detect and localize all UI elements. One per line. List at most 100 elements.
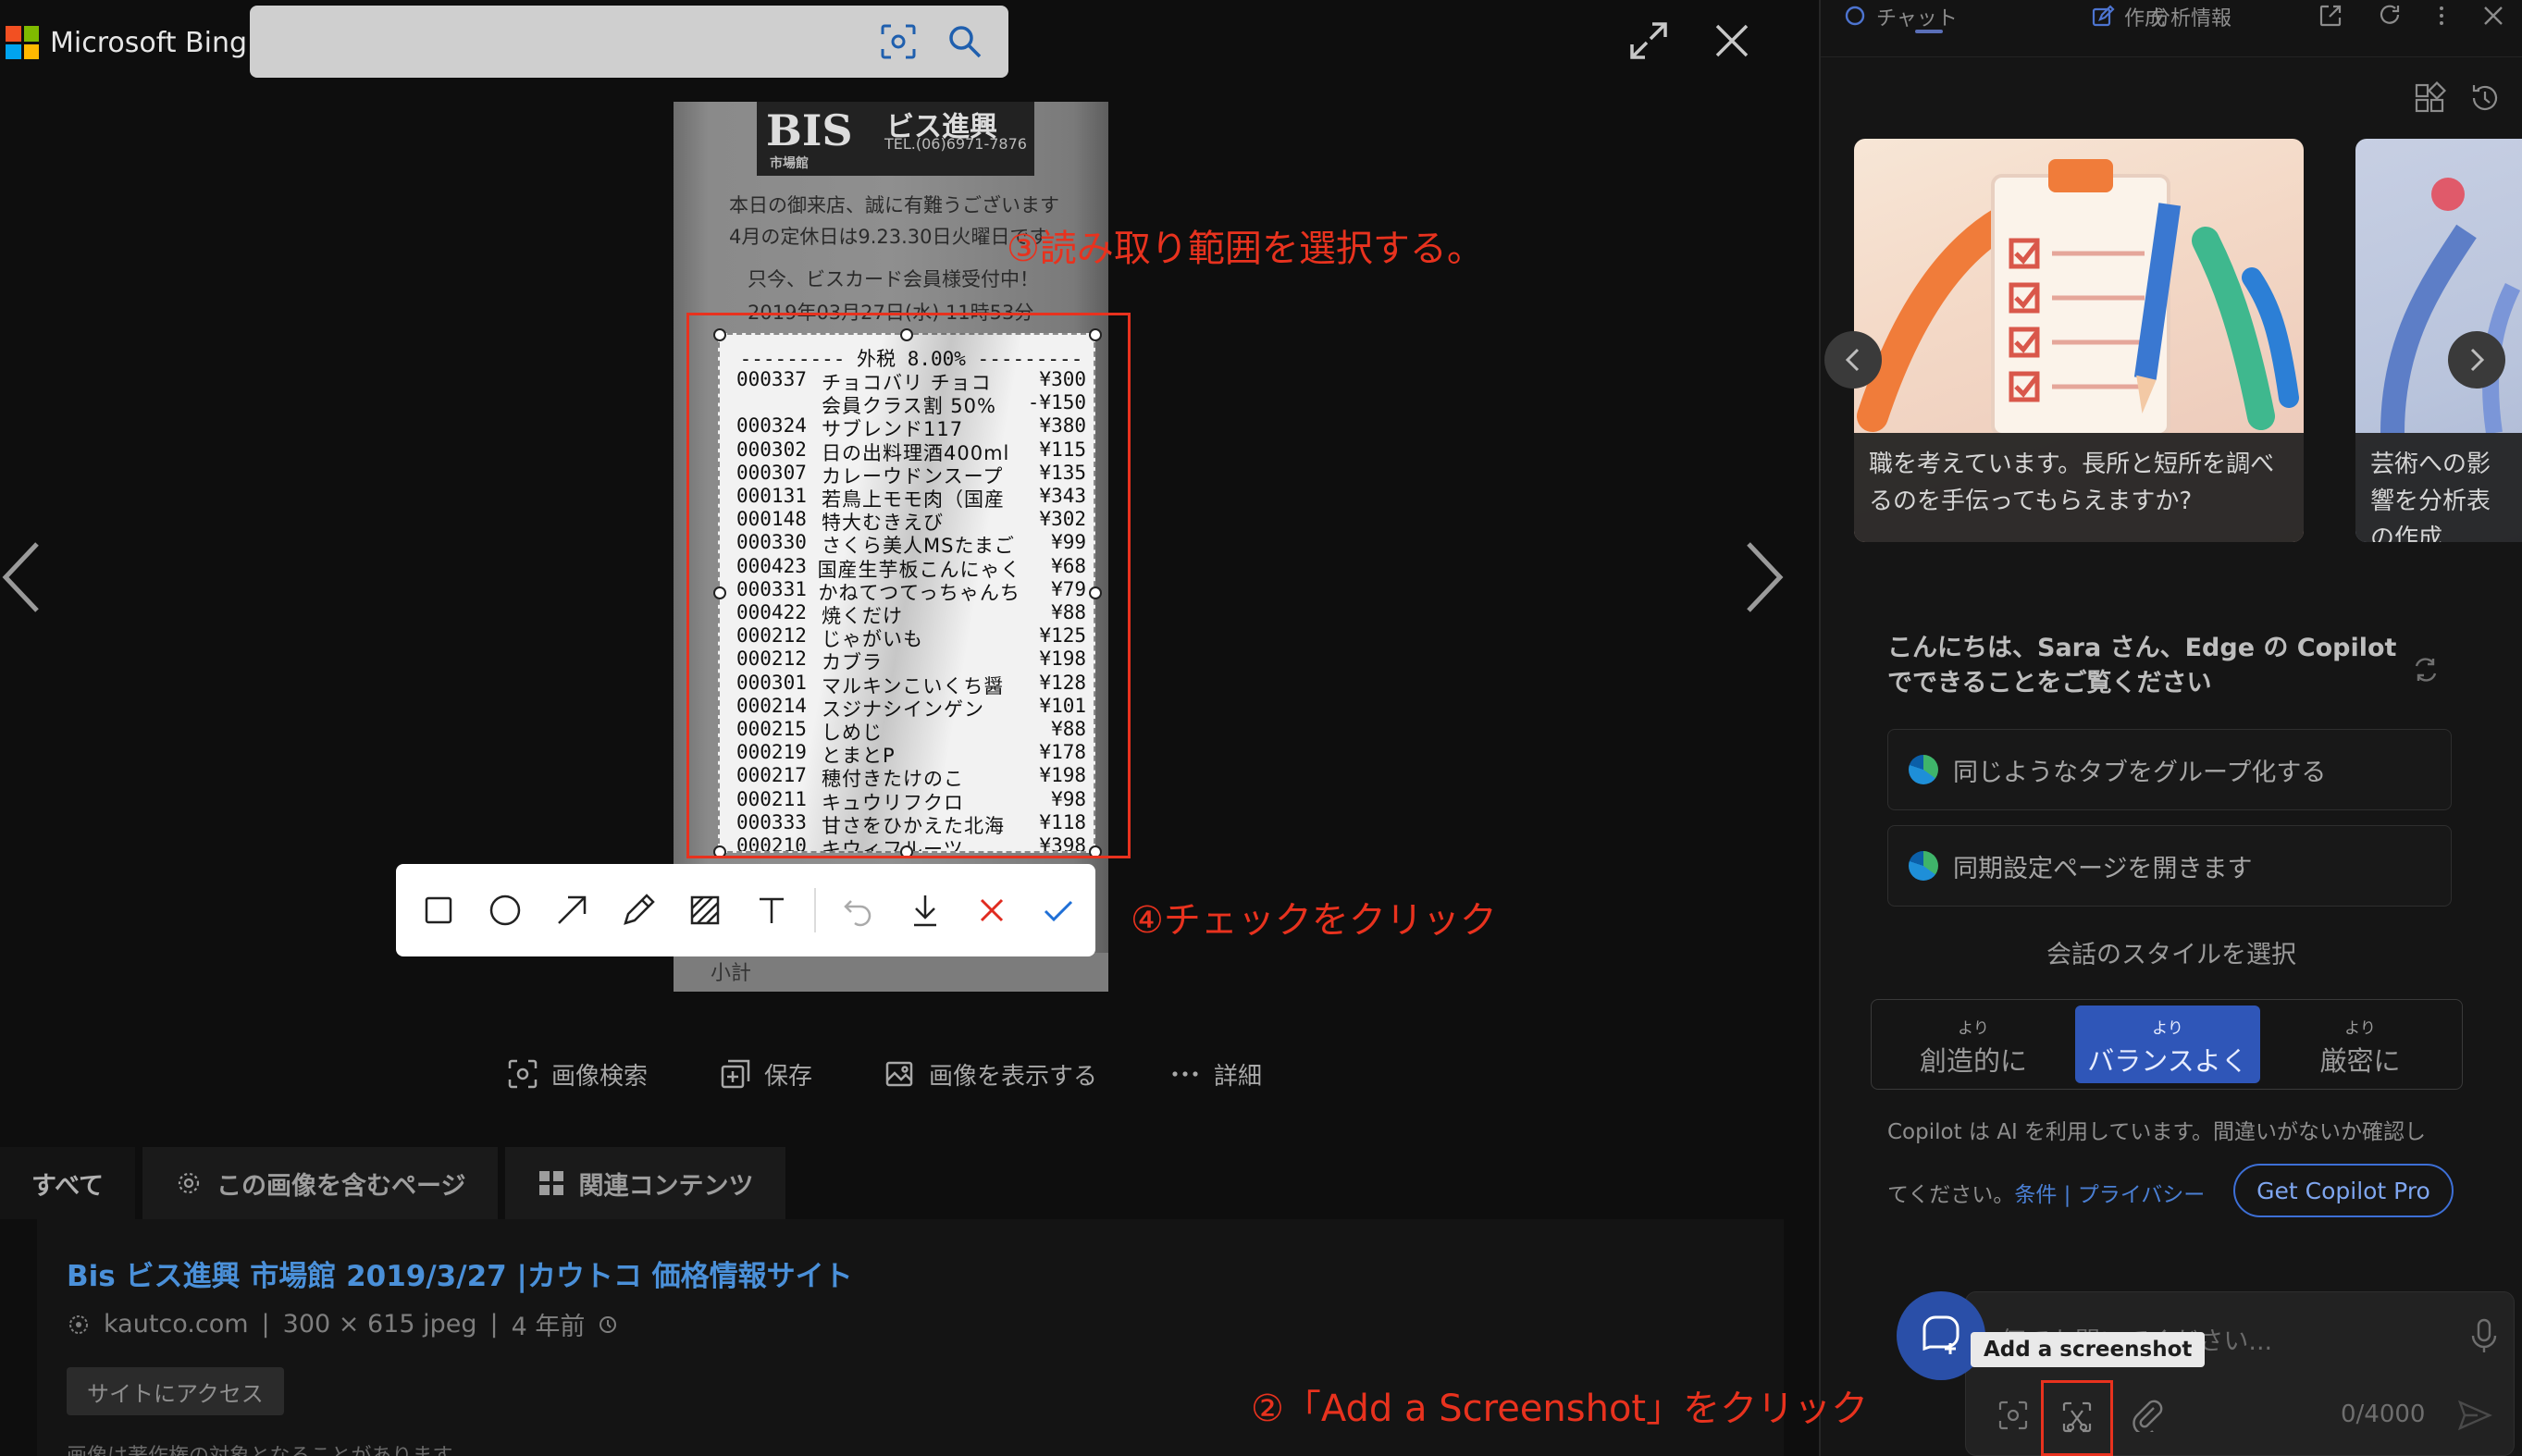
bing-logo-text: Microsoft Bing [50,26,248,59]
download-icon[interactable] [901,886,949,934]
circle-icon[interactable] [481,886,529,934]
plugins-icon[interactable] [2413,81,2446,115]
privacy-link[interactable]: プライバシー [2078,1183,2206,1207]
refresh-icon[interactable] [2376,2,2404,30]
site-globe-icon [69,1314,88,1334]
pencil-icon[interactable] [614,886,662,934]
close-sidebar-icon[interactable] [2479,2,2507,30]
annotation-step-4: ④チェックをクリック [1131,899,1497,942]
previous-image-icon[interactable] [0,538,46,616]
attachment-icon[interactable] [2130,1397,2163,1432]
style-prefix: より [2152,1019,2183,1038]
receipt-subtotal: 小計 [711,962,752,985]
search-input[interactable] [250,6,1008,78]
result-meta: kautco.com | 300 × 615 jpeg | 4 年前 [67,1306,618,1342]
copilot-sidebar: チャット 作成 分析情報 職を考えています。長所と短所を調べるのを手伝ってもらえ… [1821,0,2522,1456]
style-label: 厳密に [2319,1045,2401,1077]
tab-related-label: 関連コンテンツ [578,1171,754,1201]
microphone-icon[interactable] [2468,1317,2500,1354]
receipt-footer: 小計 [674,953,1108,992]
bing-logo[interactable]: Microsoft Bing [6,24,247,61]
arrow-icon[interactable] [548,886,596,934]
result-site: kautco.com [104,1310,249,1339]
tab-chat[interactable]: チャット [1843,2,1958,31]
open-in-new-icon[interactable] [2317,2,2344,30]
annotation-step-2: ②「Add a Screenshot」をクリック [1251,1388,1869,1430]
save-label: 保存 [764,1062,813,1091]
carousel-prev-icon[interactable] [1824,331,1882,389]
terms-link[interactable]: 条件 [2014,1183,2057,1207]
tab-related[interactable]: 関連コンテンツ [504,1147,785,1219]
cancel-icon[interactable] [968,886,1016,934]
suggestion-group-tabs[interactable]: 同じようなタブをグループ化する [1887,729,2452,810]
receipt-header: BIS ビス進興 市場館 TEL.(06)6971-7876 本日の御来店、誠に… [692,102,1090,324]
tab-all[interactable]: すべて [0,1147,136,1219]
suggestion-label: 同じようなタブをグループ化する [1953,758,2327,787]
prompt-card[interactable]: 職を考えています。長所と短所を調べるのを手伝ってもらえますか? [1854,139,2304,542]
receipt-line: 只今、ビスカード会員様受付中！ [748,268,1039,290]
meta-separator: | [261,1310,270,1339]
text-icon[interactable] [748,886,796,934]
history-icon[interactable] [2468,81,2502,115]
result-tabs: すべて この画像を含むページ 関連コンテンツ [0,1147,785,1219]
receipt-line: 本日の御来店、誠に有難うございます [729,194,1059,216]
tab-pages-with-image[interactable]: この画像を含むページ [142,1147,498,1219]
globe-icon [178,1172,200,1194]
meta-separator: | [489,1310,499,1339]
bing-visual-search-panel: Microsoft Bing BIS ビス進興 市場館 TEL.(06)6971… [0,0,1819,1456]
ai-notice-continued: てください。条件 | プライバシー [1887,1177,2205,1208]
get-copilot-pro-button[interactable]: Get Copilot Pro [2233,1164,2454,1217]
link-separator: | [2057,1183,2078,1207]
add-screenshot-tooltip: Add a screenshot [1971,1332,2206,1367]
result-age: 4 年前 [511,1313,586,1341]
visual-search-icon [508,1059,538,1089]
tab-chat-label: チャット [1876,7,1958,31]
ai-notice: Copilot は AI を利用しています。間違いがないか確認し [1887,1120,2427,1144]
expand-icon[interactable] [1626,19,1671,63]
add-screenshot-button[interactable] [2041,1380,2113,1456]
compose-icon [2092,5,2115,27]
style-creative-button[interactable]: より 創造的に [1881,1006,2066,1083]
style-prefix: より [2344,1019,2376,1038]
rectangle-icon[interactable] [414,886,463,934]
suggestion-sync-settings[interactable]: 同期設定ページを開きます [1887,825,2452,907]
next-image-icon[interactable] [1739,538,1786,616]
screenshot-icon[interactable] [1997,1399,2030,1432]
carousel-next-icon[interactable] [2448,331,2505,389]
style-precise-button[interactable]: より 厳密に [2268,1006,2453,1083]
microsoft-logo-icon [6,26,39,59]
visit-site-button[interactable]: サイトにアクセス [67,1367,284,1415]
image-icon [885,1061,913,1087]
more-details-button[interactable]: 詳細 [1169,1057,1262,1092]
add-screenshot-icon [2062,1401,2092,1433]
copyright-note: 画像は著作権の対象となることがあります。 [67,1439,471,1456]
view-image-button[interactable]: 画像を表示する [884,1057,1097,1092]
refresh-suggestions-icon[interactable] [2409,653,2442,686]
style-balanced-button[interactable]: より バランスよく [2075,1006,2260,1083]
visual-search-icon[interactable] [879,22,918,61]
receipt-store-logo: BIS ビス進興 市場館 TEL.(06)6971-7876 [757,102,1034,176]
save-button[interactable]: 保存 [720,1057,812,1092]
sidebar-header: チャット 作成 分析情報 [1821,0,2522,57]
style-label: 創造的に [1919,1045,2027,1077]
mosaic-icon[interactable] [681,886,729,934]
tab-insights[interactable]: 分析情報 [2150,2,2231,31]
send-icon[interactable] [2455,1397,2492,1434]
undo-icon[interactable] [834,886,883,934]
search-icon[interactable] [946,22,984,61]
result-title-link[interactable]: Bis ビス進興 市場館 2019/3/27 |カウトコ 価格情報サイト [67,1252,853,1294]
image-search-label: 画像検索 [551,1062,649,1091]
prompt-card-text: 職を考えています。長所と短所を調べるのを手伝ってもらえますか? [1854,433,2304,542]
receipt-logo-text: BIS [766,105,853,155]
tab-insights-label: 分析情報 [2150,7,2232,31]
prompt-card-text: 芸術への影響を分析表の作成 [2355,433,2522,542]
screenshot-edit-toolbar [396,864,1095,956]
close-icon[interactable] [1710,19,1754,63]
character-count: 0/4000 [2341,1400,2426,1428]
more-options-icon[interactable] [2428,2,2455,30]
toolbar-divider [814,888,816,932]
active-tab-indicator [1915,30,1943,33]
tab-all-label: すべて [31,1171,105,1201]
check-icon[interactable] [1034,886,1082,934]
image-search-button[interactable]: 画像検索 [507,1057,648,1092]
